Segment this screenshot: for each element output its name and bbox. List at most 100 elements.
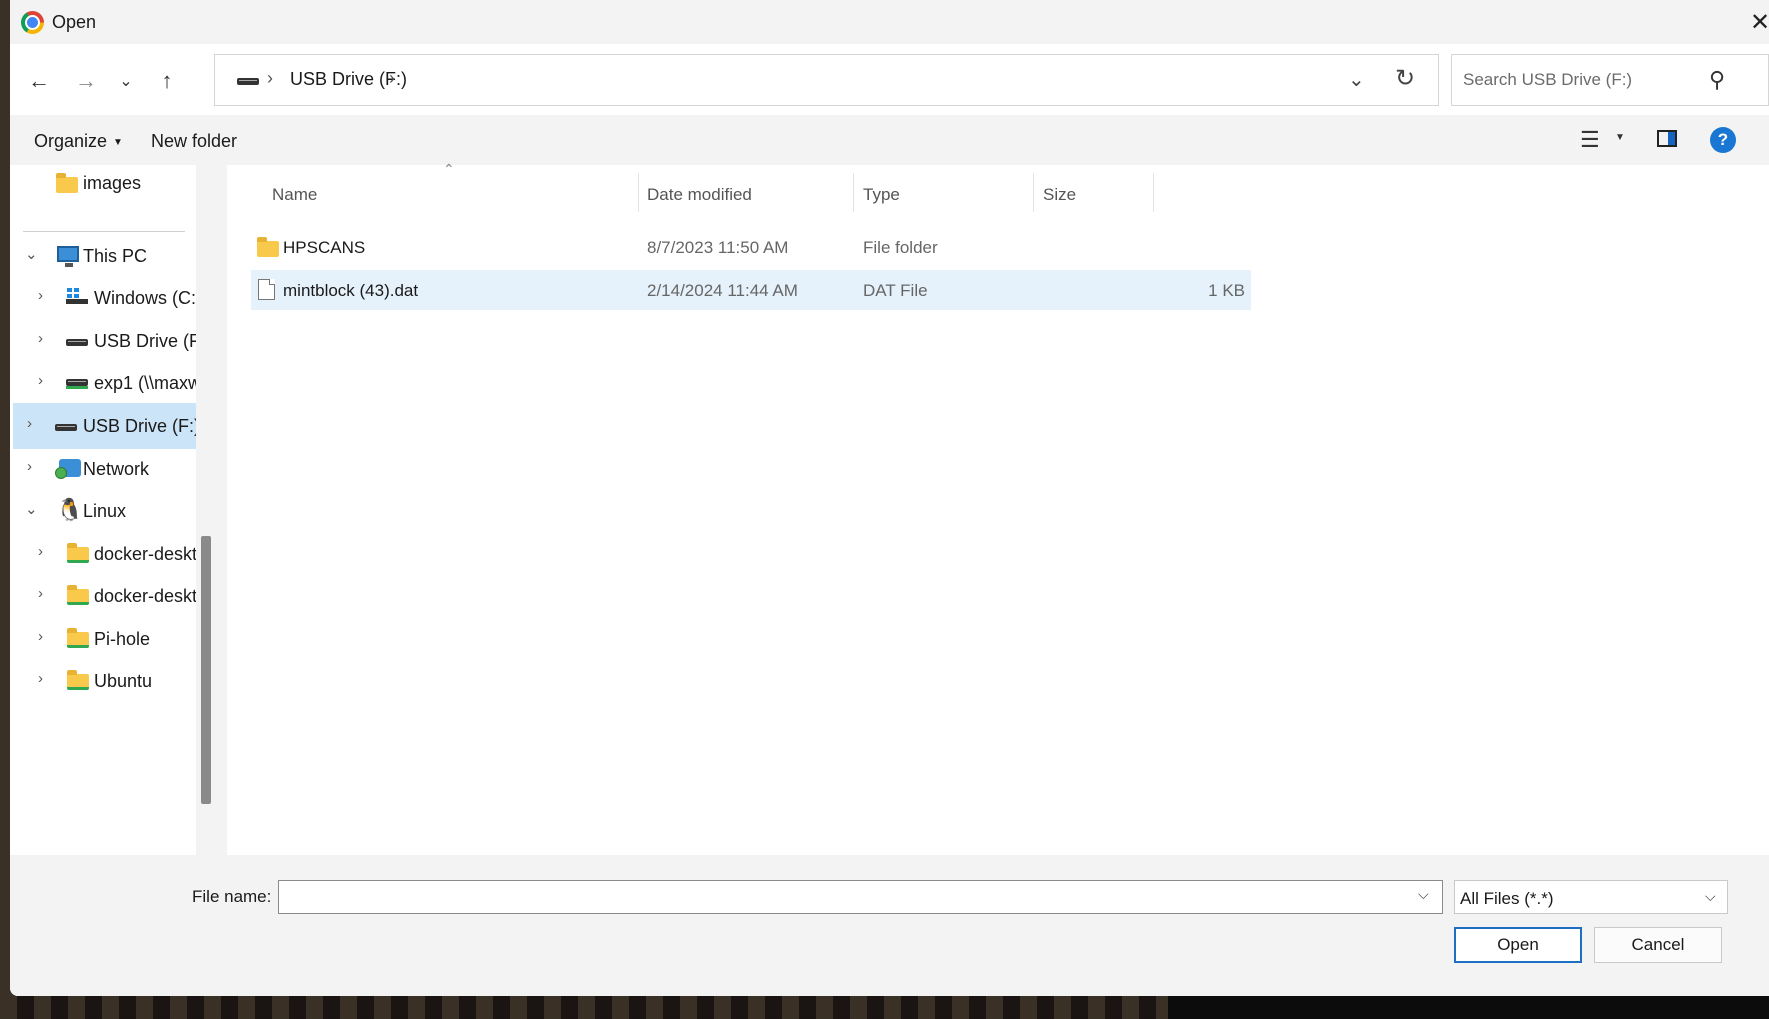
usb-drive-icon	[237, 78, 259, 85]
windows-drive-icon	[66, 288, 88, 304]
network-icon	[55, 459, 81, 479]
file-icon	[258, 279, 275, 300]
sidebar-item-label: Linux	[83, 501, 127, 521]
sidebar-scrollbar[interactable]	[196, 165, 217, 855]
forward-arrow-icon[interactable]: →	[71, 66, 101, 96]
sidebar-item-images[interactable]: images	[13, 160, 214, 206]
file-type: DAT File	[863, 281, 928, 300]
command-bar: Organize ▼ New folder ☰ ▼ ?	[10, 115, 1769, 165]
chevron-right-icon[interactable]: ›	[38, 628, 43, 645]
sidebar-divider	[23, 231, 185, 232]
file-row-hpscans[interactable]: HPSCANS 8/7/2023 11:50 AM File folder	[251, 227, 1251, 267]
sidebar-item-docker-desktop-2[interactable]: › docker-deskto	[13, 573, 214, 619]
sidebar-item-network-drive-exp1[interactable]: › exp1 (\\maxwe	[13, 360, 214, 406]
sidebar-item-this-pc[interactable]: ⌄ This PC	[13, 233, 214, 279]
sidebar-item-linux[interactable]: ⌄ 🐧 Linux	[13, 488, 214, 534]
chevron-right-icon[interactable]: ›	[38, 372, 43, 389]
new-folder-button[interactable]: New folder	[151, 131, 237, 152]
chevron-down-icon[interactable]: ⌄	[25, 245, 38, 263]
file-type-filter-select[interactable]: All Files (*.*) ⌵	[1454, 880, 1728, 914]
sidebar-item-label: USB Drive (F:)	[83, 416, 200, 436]
file-type-filter-value: All Files (*.*)	[1460, 889, 1554, 908]
close-icon[interactable]: ✕	[1750, 8, 1769, 37]
sidebar-item-ubuntu[interactable]: › Ubuntu	[13, 658, 214, 704]
linux-icon: 🐧	[56, 497, 84, 522]
navigation-pane: images ⌄ This PC › Windows (C:) › USB Dr…	[10, 165, 217, 855]
sidebar-item-pi-hole[interactable]: › Pi-hole	[13, 616, 214, 662]
column-header-type[interactable]: Type	[854, 173, 1034, 212]
breadcrumb-separator-icon[interactable]: ›	[267, 68, 273, 89]
refresh-icon[interactable]: ↻	[1395, 64, 1415, 93]
caret-down-icon: ▼	[113, 136, 123, 148]
search-input[interactable]: Search USB Drive (F:)	[1463, 70, 1632, 90]
chevron-right-icon[interactable]: ›	[38, 543, 43, 560]
sidebar-item-usb-drive-f[interactable]: › USB Drive (F:)	[13, 318, 214, 364]
sidebar-item-usb-drive-f-root[interactable]: › USB Drive (F:)	[13, 403, 214, 449]
column-header-size[interactable]: Size	[1034, 173, 1154, 212]
cancel-button[interactable]: Cancel	[1594, 927, 1722, 963]
column-header-date-modified[interactable]: Date modified	[638, 173, 854, 212]
usb-drive-icon	[55, 424, 77, 431]
sidebar-item-windows-c[interactable]: › Windows (C:)	[13, 275, 214, 321]
file-date-modified: 2/14/2024 11:44 AM	[647, 281, 798, 300]
navigation-bar: ← → ⌄ ↑ › USB Drive (F:) › ⌄ ↻ Search US…	[10, 44, 1769, 115]
organize-button[interactable]: Organize ▼	[34, 131, 123, 152]
file-name: HPSCANS	[283, 238, 366, 257]
dialog-footer: File name: ⌵ All Files (*.*) ⌵ Open Canc…	[10, 855, 1769, 996]
back-arrow-icon[interactable]: ←	[24, 66, 54, 96]
details-view-icon[interactable]: ☰	[1580, 127, 1600, 153]
desktop-background-strip	[1168, 995, 1769, 1019]
file-list: ⌃ Name Date modified Type Size HPSCANS 8…	[227, 161, 1769, 855]
folder-icon	[67, 670, 89, 690]
sidebar-item-docker-desktop-1[interactable]: › docker-deskto	[13, 531, 214, 577]
chevron-right-icon[interactable]: ›	[38, 330, 43, 347]
folder-icon	[67, 628, 89, 648]
title-bar: Open ✕	[10, 0, 1769, 44]
breadcrumb-separator-icon[interactable]: ›	[389, 68, 395, 89]
help-icon[interactable]: ?	[1710, 127, 1736, 153]
sidebar-item-label: images	[83, 173, 142, 193]
folder-icon	[67, 585, 89, 605]
search-box[interactable]: Search USB Drive (F:) ⚲	[1451, 54, 1769, 106]
sidebar-item-label: Network	[83, 459, 150, 479]
chrome-icon	[21, 11, 44, 34]
usb-drive-icon	[66, 339, 88, 346]
open-button[interactable]: Open	[1454, 927, 1582, 963]
view-options-caret-icon[interactable]: ▼	[1615, 132, 1625, 143]
chevron-right-icon[interactable]: ›	[27, 415, 32, 432]
search-icon[interactable]: ⚲	[1709, 67, 1725, 93]
address-bar[interactable]: › USB Drive (F:) › ⌄ ↻	[214, 54, 1439, 106]
computer-icon	[57, 246, 79, 267]
file-name-history-chevron-icon[interactable]: ⌵	[1418, 886, 1429, 903]
file-name-input[interactable]	[278, 880, 1443, 914]
folder-icon	[257, 237, 279, 257]
column-header-label: Type	[863, 185, 900, 204]
file-type: File folder	[863, 238, 938, 257]
column-header-label: Date modified	[647, 185, 752, 204]
folder-icon	[67, 543, 89, 563]
sidebar-item-label: This PC	[83, 246, 148, 266]
chevron-right-icon[interactable]: ›	[38, 287, 43, 304]
preview-pane-icon[interactable]	[1657, 130, 1677, 147]
up-arrow-icon[interactable]: ↑	[152, 66, 182, 96]
recent-locations-chevron-icon[interactable]: ⌄	[111, 66, 141, 96]
dialog-title: Open	[52, 12, 97, 32]
address-history-chevron-icon[interactable]: ⌄	[1348, 67, 1365, 92]
column-header-name[interactable]: Name	[263, 173, 639, 212]
chevron-right-icon[interactable]: ›	[38, 585, 43, 602]
sidebar-scroll-thumb[interactable]	[201, 536, 211, 804]
open-file-dialog: Open ✕ ← → ⌄ ↑ › USB Drive (F:) › ⌄ ↻ Se…	[10, 0, 1769, 996]
chevron-right-icon[interactable]: ›	[38, 670, 43, 687]
file-name: mintblock (43).dat	[283, 281, 419, 300]
column-header-label: Size	[1043, 185, 1077, 204]
chevron-down-icon: ⌵	[1705, 888, 1716, 904]
network-drive-icon	[66, 379, 88, 389]
chevron-down-icon[interactable]: ⌄	[25, 500, 38, 518]
sidebar-item-network[interactable]: › Network	[13, 446, 214, 492]
file-row-mintblock[interactable]: mintblock (43).dat 2/14/2024 11:44 AM DA…	[251, 270, 1251, 310]
folder-icon	[56, 173, 78, 193]
file-name-label: File name:	[192, 887, 272, 906]
file-size: 1 KB	[1208, 281, 1245, 300]
file-date-modified: 8/7/2023 11:50 AM	[647, 238, 789, 257]
chevron-right-icon[interactable]: ›	[27, 458, 32, 475]
